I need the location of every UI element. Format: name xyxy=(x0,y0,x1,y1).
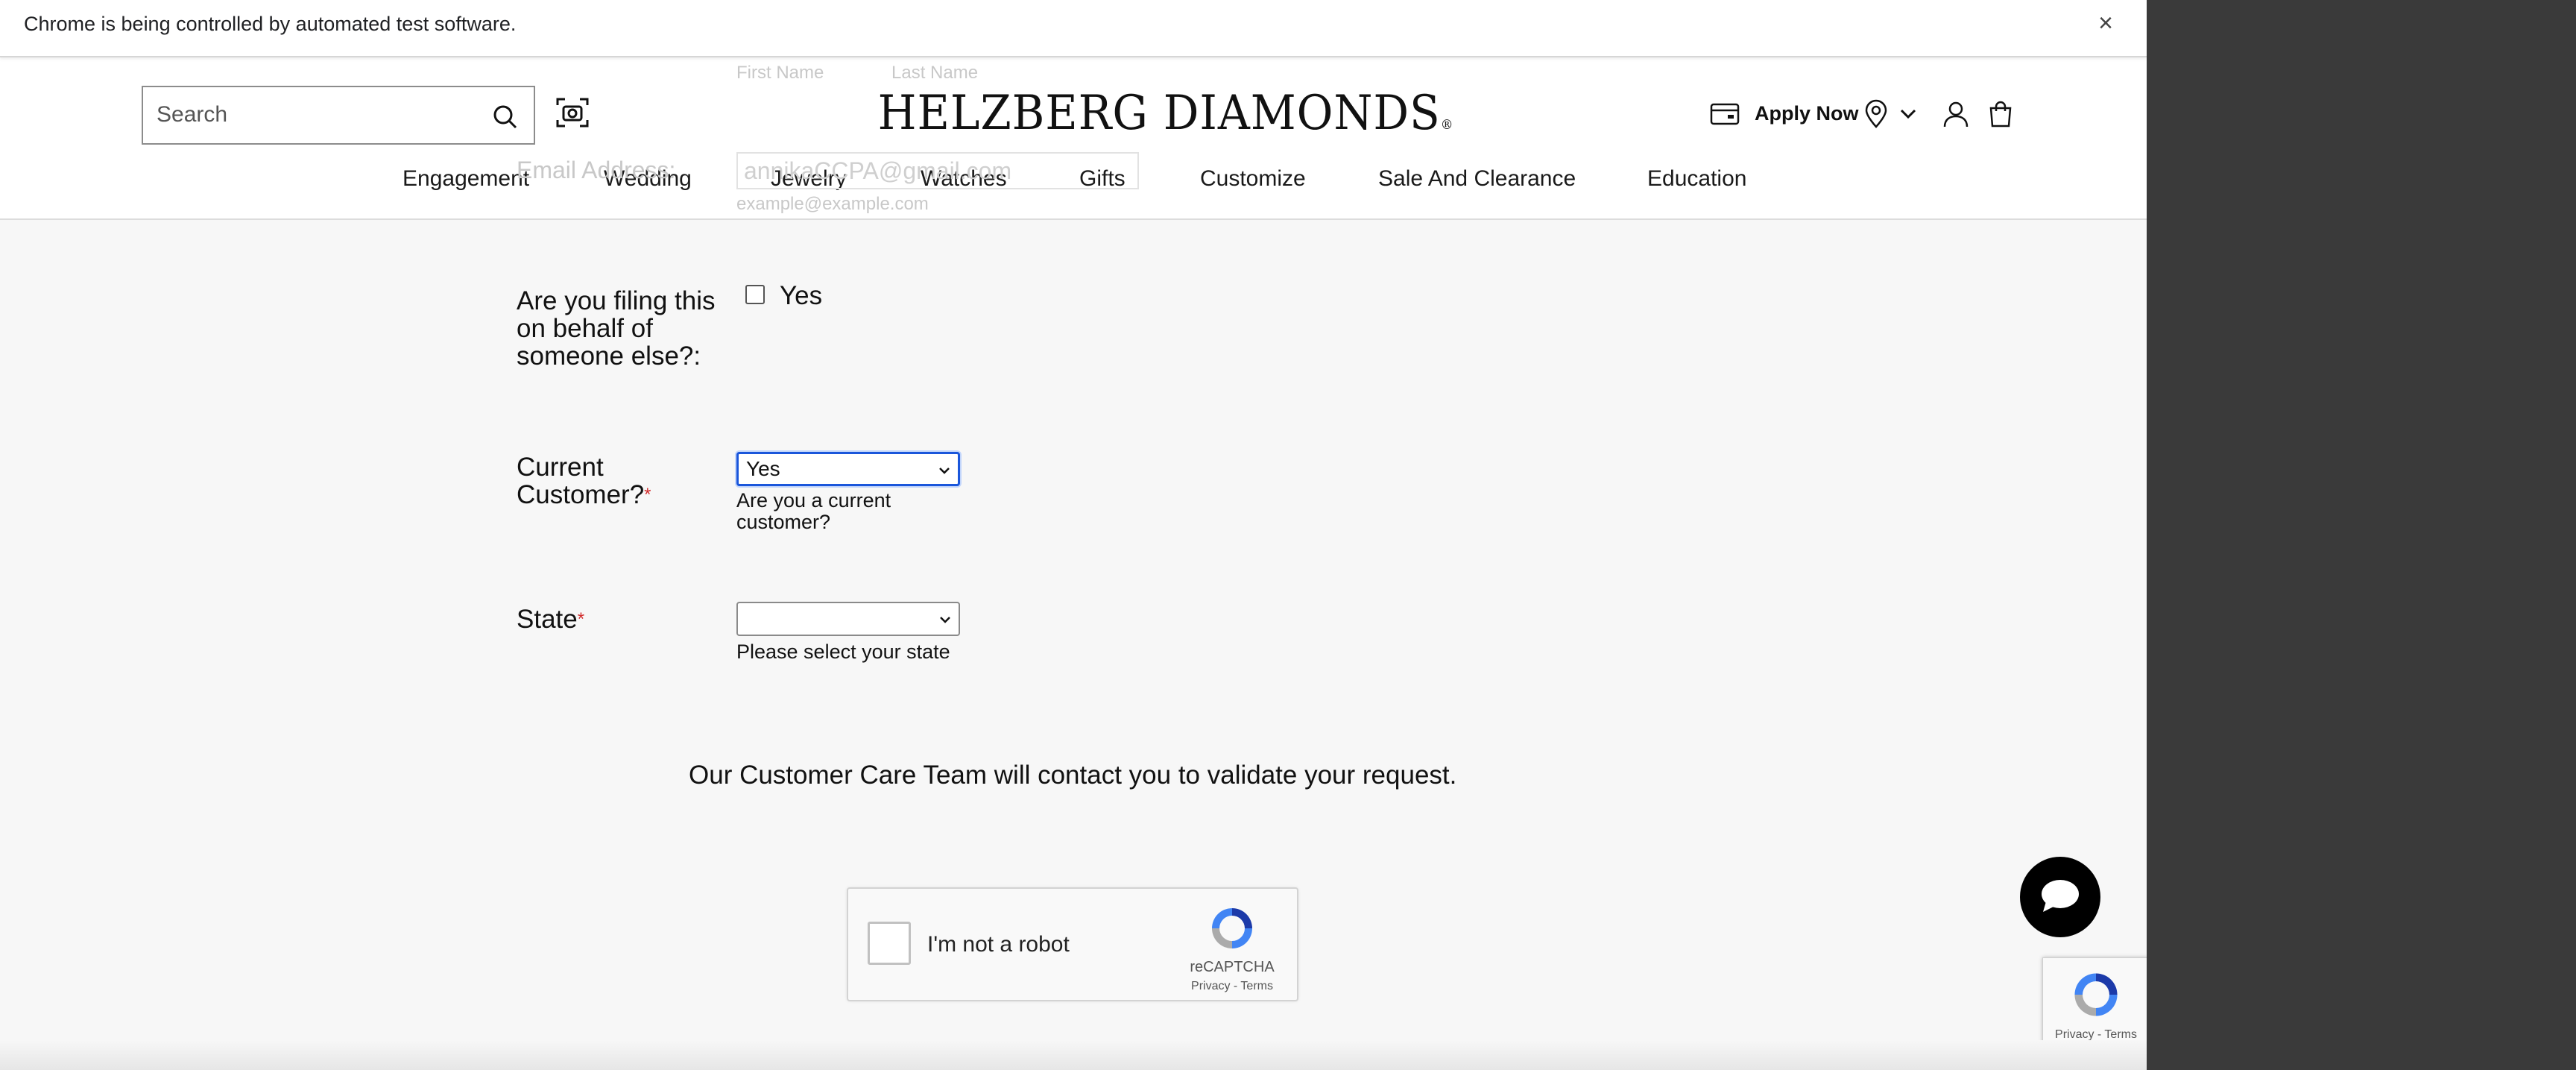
recaptcha-badge-icon xyxy=(2074,973,2118,1016)
state-label: State* xyxy=(517,605,585,634)
nav-item-education[interactable]: Education xyxy=(1647,166,1746,192)
current-customer-hint: Are you a current customer? xyxy=(736,489,891,533)
nav-item-customize[interactable]: Customize xyxy=(1200,166,1306,192)
recaptcha-widget: I'm not a robot reCAPTCHA Privacy - Term… xyxy=(847,887,1298,1001)
state-select[interactable] xyxy=(736,602,960,636)
behalf-checkbox[interactable] xyxy=(745,285,765,304)
behalf-option-label: Yes xyxy=(780,281,823,310)
site-header: Search HELZBERG DIAMONDS® Apply Now Enga… xyxy=(0,57,2147,220)
apply-now-link[interactable]: Apply Now xyxy=(1755,102,1859,144)
ghost-email-input: annikaCCPA@gmail.com xyxy=(736,152,1139,189)
chat-bubble-icon xyxy=(2042,880,2079,912)
site-logo[interactable]: HELZBERG DIAMONDS® xyxy=(878,84,1453,143)
nav-item-wedding[interactable]: Wedding xyxy=(604,166,692,192)
chat-button[interactable] xyxy=(2020,857,2100,937)
customer-care-message: Our Customer Care Team will contact you … xyxy=(689,761,1457,790)
chevron-down-icon xyxy=(939,468,950,474)
nav-item-engagement[interactable]: Engagement xyxy=(402,166,529,192)
search-input[interactable]: Search xyxy=(142,86,535,145)
recaptcha-links[interactable]: Privacy - Terms xyxy=(1187,980,1277,993)
credit-card-icon[interactable] xyxy=(1710,102,1740,126)
account-icon[interactable] xyxy=(1941,99,1971,129)
nav-item-sale-and-clearance[interactable]: Sale And Clearance xyxy=(1378,166,1576,192)
recaptcha-logo-icon xyxy=(1212,908,1252,948)
browser-viewport: Chrome is being controlled by automated … xyxy=(0,0,2147,1070)
current-customer-select[interactable]: Yes xyxy=(736,452,960,486)
behalf-label: Are you filing this on behalf of someone… xyxy=(517,286,716,371)
current-customer-label: Current Customer?* xyxy=(517,453,651,509)
automation-message: Chrome is being controlled by automated … xyxy=(24,13,517,35)
search-placeholder: Search xyxy=(157,102,228,127)
location-pin-icon[interactable] xyxy=(1862,99,1890,129)
chevron-down-icon xyxy=(940,617,950,623)
visual-search-icon[interactable] xyxy=(555,95,590,130)
close-infobar-button[interactable]: × xyxy=(2093,10,2118,36)
shopping-bag-icon[interactable] xyxy=(1986,99,2015,129)
search-icon[interactable] xyxy=(490,102,520,132)
current-customer-value: Yes xyxy=(746,457,780,480)
bottom-edge xyxy=(0,1040,2147,1070)
recaptcha-badge: Privacy - Terms xyxy=(2042,957,2147,1048)
recaptcha-label: I'm not a robot xyxy=(927,932,1070,957)
chevron-down-icon[interactable] xyxy=(1898,104,1919,125)
recaptcha-checkbox[interactable] xyxy=(868,922,911,965)
required-marker: * xyxy=(644,485,651,505)
automation-infobar: Chrome is being controlled by automated … xyxy=(0,0,2147,57)
required-marker: * xyxy=(577,609,585,629)
recaptcha-brand: reCAPTCHA xyxy=(1190,959,1275,975)
state-hint: Please select your state xyxy=(736,641,950,663)
